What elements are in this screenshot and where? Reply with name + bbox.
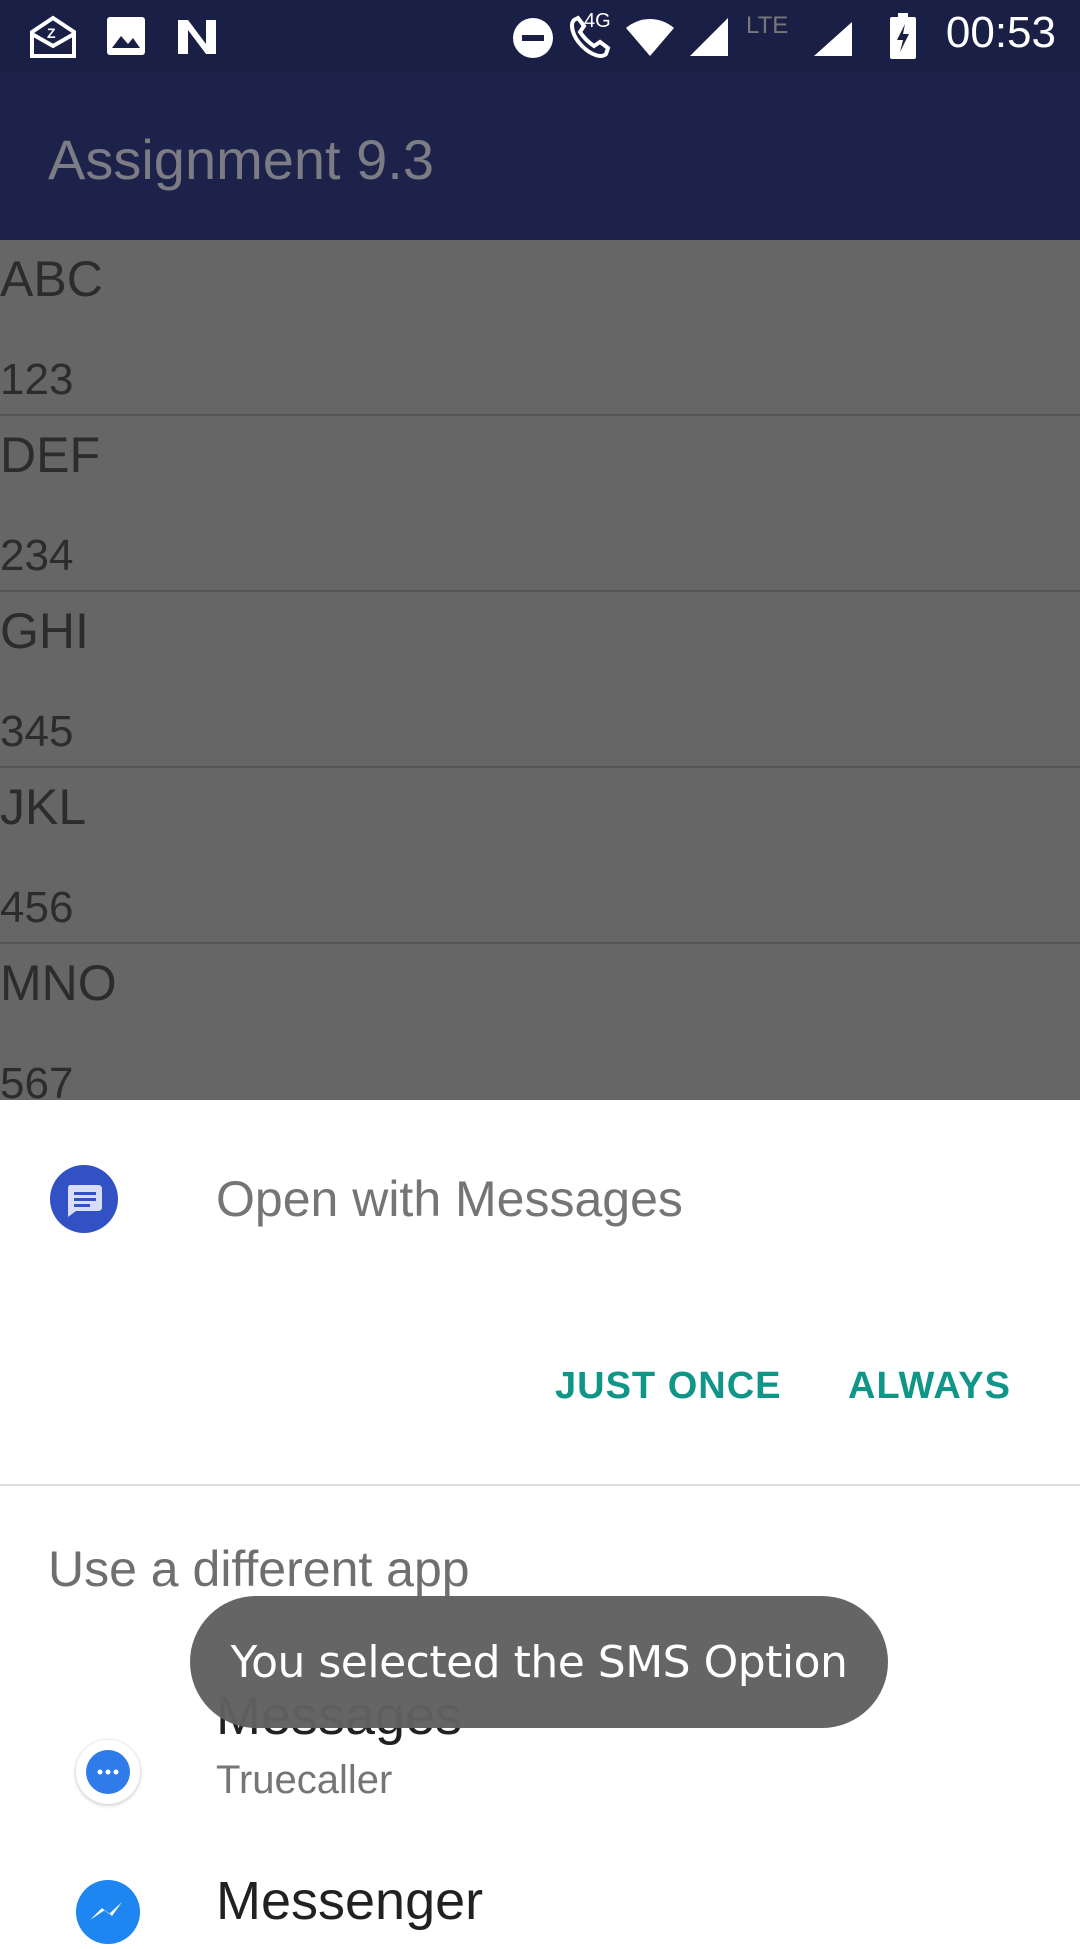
open-with-sheet: Open with Messages JUST ONCE ALWAYS Use …	[0, 1100, 1080, 1944]
status-time: 00:53	[945, 8, 1056, 57]
list-item-number: 123	[0, 355, 74, 404]
list-item-number: 345	[0, 707, 74, 756]
list-item-number: 567	[0, 1059, 74, 1100]
mail-icon: Z	[30, 15, 76, 58]
status-bar: Z 4G LTE 00:53	[0, 0, 1080, 72]
network-label-4g: 4G	[584, 10, 611, 32]
divider	[0, 1484, 1080, 1486]
app-option-label[interactable]: Messenger	[216, 1870, 483, 1932]
just-once-button[interactable]: JUST ONCE	[555, 1365, 781, 1408]
list-item-name: GHI	[0, 603, 89, 659]
svg-text:Z: Z	[47, 25, 56, 41]
truecaller-messages-icon[interactable]	[76, 1740, 140, 1804]
list-item-name: DEF	[0, 427, 100, 483]
app-option-sublabel: Truecaller	[216, 1758, 393, 1802]
signal-icon	[690, 18, 728, 56]
list-item[interactable]: DEF 234	[0, 416, 1080, 592]
app-bar: Assignment 9.3	[0, 72, 1080, 240]
list-item-name: ABC	[0, 251, 103, 307]
battery-icon	[890, 13, 916, 59]
network-label-lte: LTE	[746, 12, 789, 39]
messages-app-icon	[50, 1165, 118, 1233]
signal-icon-2	[814, 22, 852, 56]
section-label: Use a different app	[48, 1541, 470, 1597]
list-item[interactable]: ABC 123	[0, 240, 1080, 416]
list-item[interactable]: MNO 567	[0, 944, 1080, 1100]
sheet-title: Open with Messages	[216, 1171, 683, 1227]
messenger-icon[interactable]	[76, 1880, 140, 1944]
do-not-disturb-icon	[513, 18, 553, 58]
list-item-number: 456	[0, 883, 74, 932]
n-icon	[178, 20, 216, 54]
always-button[interactable]: ALWAYS	[848, 1365, 1011, 1408]
list-item-number: 234	[0, 531, 74, 580]
toast: You selected the SMS Option	[190, 1596, 888, 1728]
list-item-name: MNO	[0, 955, 117, 1011]
contact-list: ABC 123 DEF 234 GHI 345 JKL 456 MNO 567	[0, 240, 1080, 1100]
list-item[interactable]: GHI 345	[0, 592, 1080, 768]
list-item-name: JKL	[0, 779, 87, 835]
app-title: Assignment 9.3	[48, 128, 434, 191]
wifi-icon	[626, 19, 674, 56]
toast-text: You selected the SMS Option	[230, 1636, 848, 1688]
list-item[interactable]: JKL 456	[0, 768, 1080, 944]
image-icon	[107, 17, 145, 55]
